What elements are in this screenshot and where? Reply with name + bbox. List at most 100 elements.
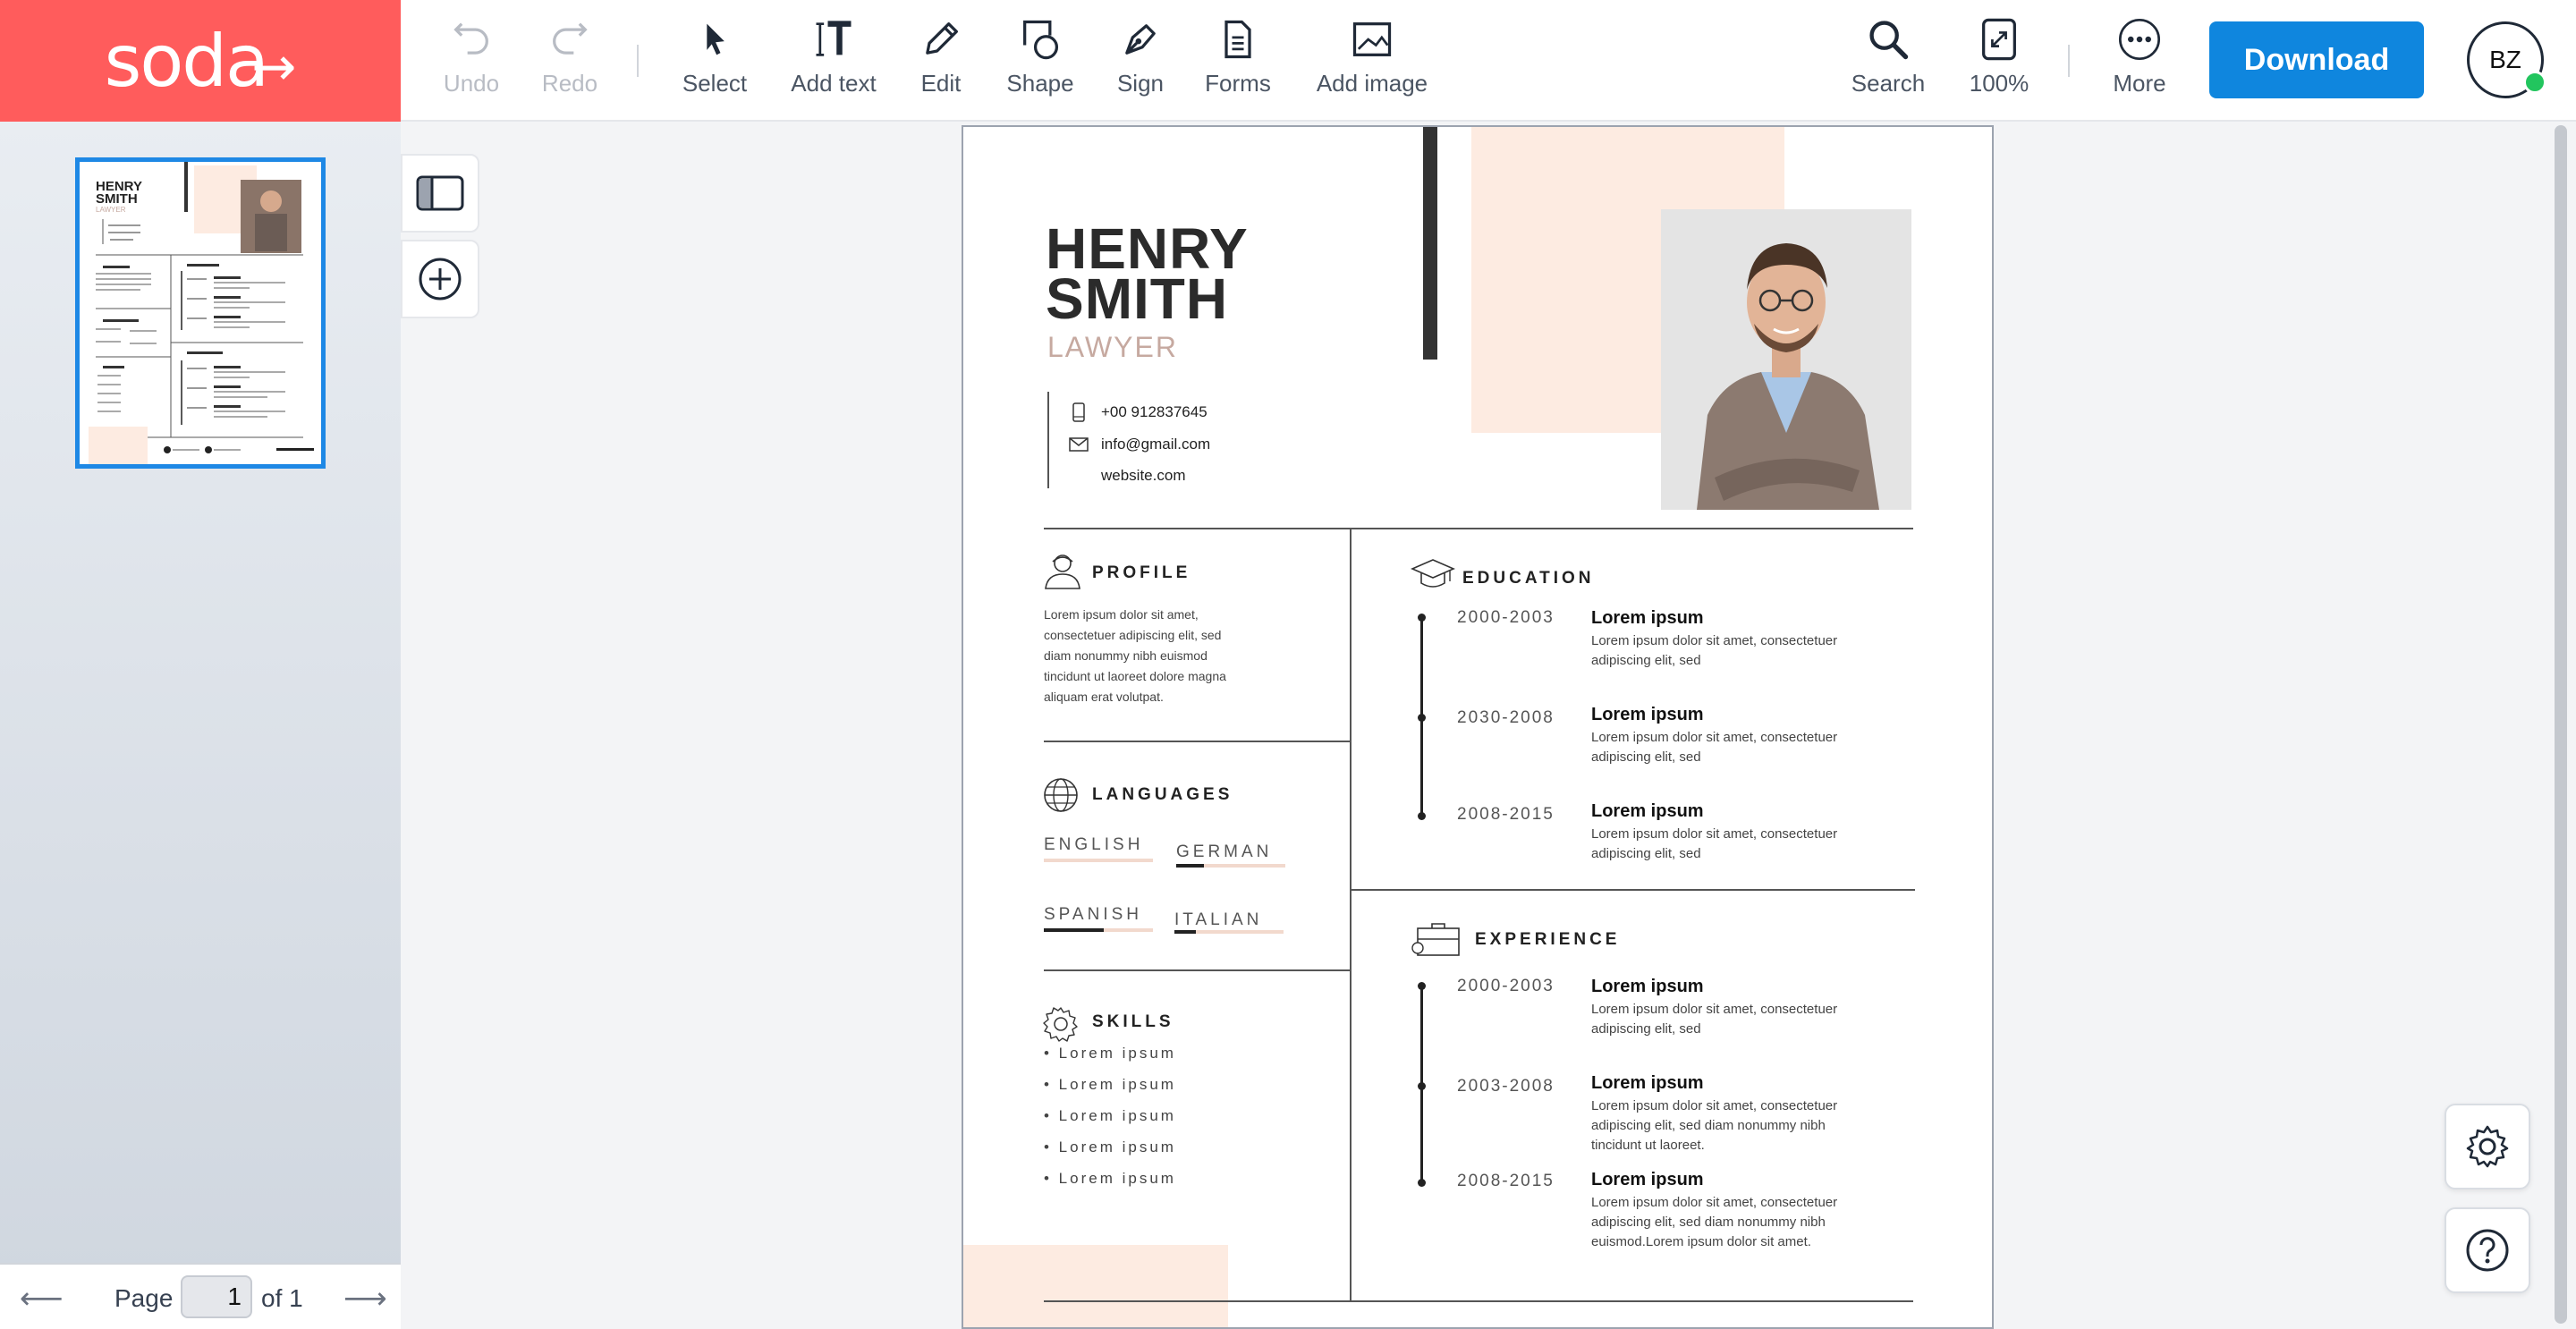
briefcase-icon <box>1411 923 1460 956</box>
experience-date: 2008-2015 <box>1457 1172 1555 1190</box>
more-label: More <box>2113 70 2166 97</box>
user-profile-icon <box>1045 554 1080 589</box>
language-level-fill <box>1176 864 1204 868</box>
redo-button[interactable]: Redo <box>538 16 601 106</box>
languages-title: LANGUAGES <box>1092 785 1233 804</box>
page-thumbnails-sidebar: HENRY SMITH LAWYER ⟵ Page 1 of 1 ⟶ <box>0 122 401 1329</box>
skills-title: SKILLS <box>1092 1012 1174 1031</box>
zoom-fit-icon <box>1982 18 2016 61</box>
description-line: Lorem ipsum dolor sit amet, consectetuer <box>1591 1195 1838 1210</box>
experience-date: 2000-2003 <box>1457 977 1555 995</box>
scrollbar-thumb[interactable] <box>2555 125 2567 1324</box>
resume-page[interactable]: HENRY SMITH LAWYER +00 912837645 info@gm… <box>962 125 1994 1329</box>
resume-name: HENRY SMITH <box>1046 220 1249 331</box>
thumbnail-preview: HENRY SMITH LAWYER <box>89 162 314 464</box>
description-line: Lorem ipsum dolor sit amet, consectetuer <box>1591 1098 1838 1113</box>
website-text: website.com <box>1101 467 1186 484</box>
cursor-arrow-icon <box>707 23 724 55</box>
forms-button[interactable]: Forms <box>1204 16 1272 106</box>
zoom-button[interactable]: 100% <box>1968 16 2030 106</box>
education-description: Lorem ipsum dolor sit amet, consectetuer… <box>1591 825 1895 864</box>
select-label: Select <box>682 70 748 97</box>
redo-label: Redo <box>541 70 598 97</box>
forms-label: Forms <box>1205 70 1271 97</box>
language-level-bar <box>1044 928 1153 932</box>
sidebar-panel-icon <box>416 175 464 211</box>
more-button[interactable]: More <box>2107 16 2172 106</box>
toggle-sidebar-button[interactable] <box>401 154 479 233</box>
description-line: Lorem ipsum dolor sit amet, consectetuer <box>1591 633 1838 648</box>
column-divider <box>1350 528 1352 1302</box>
language-level-fill <box>1044 928 1105 932</box>
experience-title: EXPERIENCE <box>1475 930 1621 949</box>
search-button[interactable]: Search <box>1848 16 1928 106</box>
phone-icon <box>1072 402 1085 422</box>
edit-label: Edit <box>920 70 962 97</box>
pen-nib-icon <box>1125 24 1156 55</box>
contact-phone: +00 912837645 <box>1069 402 1208 422</box>
profile-line: aliquam erat volutpat. <box>1044 690 1164 704</box>
experience-description: Lorem ipsum dolor sit amet, consectetuer… <box>1591 1193 1895 1252</box>
page-navigator: ⟵ Page 1 of 1 ⟶ <box>0 1263 401 1329</box>
description-line: adipiscing elit, sed <box>1591 749 1701 765</box>
profile-line: consectetuer adipiscing elit, sed <box>1044 628 1222 642</box>
skill-item: • Lorem ipsum <box>1044 1076 1176 1093</box>
zoom-level: 100% <box>1969 70 2029 97</box>
footer-divider <box>1044 1300 1913 1302</box>
more-dots-icon <box>2118 18 2161 61</box>
page-number-input[interactable]: 1 <box>181 1275 252 1318</box>
add-image-button[interactable]: Add image <box>1309 16 1435 106</box>
gear-skills-icon <box>1043 1007 1078 1042</box>
help-button[interactable] <box>2445 1207 2530 1293</box>
graduation-cap-icon <box>1411 559 1455 588</box>
globe-icon <box>1044 778 1078 812</box>
add-text-button[interactable]: Add text <box>787 16 880 106</box>
education-date: 2030-2008 <box>1457 708 1555 727</box>
contact-divider <box>1047 392 1049 488</box>
mail-icon <box>1069 437 1089 452</box>
download-button[interactable]: Download <box>2209 21 2424 98</box>
contact-email: info@gmail.com <box>1069 435 1210 454</box>
experience-description: Lorem ipsum dolor sit amet, consectetuer… <box>1591 1096 1895 1155</box>
settings-button[interactable] <box>2445 1104 2530 1189</box>
add-page-button[interactable] <box>401 240 479 318</box>
prev-page-arrow-icon[interactable]: ⟵ <box>20 1281 64 1316</box>
timeline-dot <box>1418 1082 1426 1090</box>
thumb-role: LAWYER <box>96 206 126 214</box>
timeline-dot <box>1418 982 1426 990</box>
sign-button[interactable]: Sign <box>1113 16 1168 106</box>
undo-icon <box>453 22 488 55</box>
description-line: adipiscing elit, sed diam nonummy nibh <box>1591 1118 1826 1133</box>
description-line: Lorem ipsum dolor sit amet, consectetuer <box>1591 1002 1838 1017</box>
education-title: EDUCATION <box>1462 569 1595 588</box>
soda-logo[interactable]: soda → <box>0 0 401 122</box>
vertical-scrollbar[interactable] <box>2555 125 2567 1324</box>
sign-label: Sign <box>1116 70 1165 97</box>
search-icon <box>1869 21 1909 60</box>
page-thumbnail-1[interactable]: HENRY SMITH LAWYER <box>75 157 326 469</box>
language-name: ENGLISH <box>1044 835 1144 854</box>
undo-button[interactable]: Undo <box>440 16 503 106</box>
experience-heading: Lorem ipsum <box>1591 977 1704 996</box>
online-status-dot <box>2523 71 2546 94</box>
pencil-icon <box>926 22 958 55</box>
education-heading: Lorem ipsum <box>1591 705 1704 724</box>
avatar-initials: BZ <box>2489 46 2521 73</box>
logo-arrow-icon: → <box>251 36 297 98</box>
skill-item: • Lorem ipsum <box>1044 1170 1176 1187</box>
education-date: 2000-2003 <box>1457 608 1555 627</box>
timeline-dot <box>1418 1179 1426 1187</box>
edit-button[interactable]: Edit <box>914 16 968 106</box>
description-line: adipiscing elit, sed <box>1591 846 1701 861</box>
user-avatar[interactable]: BZ <box>2467 21 2546 98</box>
search-label: Search <box>1851 70 1926 97</box>
redo-icon <box>553 22 588 55</box>
contact-website: website.com <box>1101 467 1185 485</box>
shape-button[interactable]: Shape <box>1002 16 1079 106</box>
next-page-arrow-icon[interactable]: ⟶ <box>343 1281 387 1316</box>
add-image-label: Add image <box>1316 70 1428 97</box>
help-question-icon <box>2466 1229 2509 1272</box>
education-description: Lorem ipsum dolor sit amet, consectetuer… <box>1591 631 1895 671</box>
select-button[interactable]: Select <box>680 16 750 106</box>
last-name: SMITH <box>1046 267 1229 331</box>
